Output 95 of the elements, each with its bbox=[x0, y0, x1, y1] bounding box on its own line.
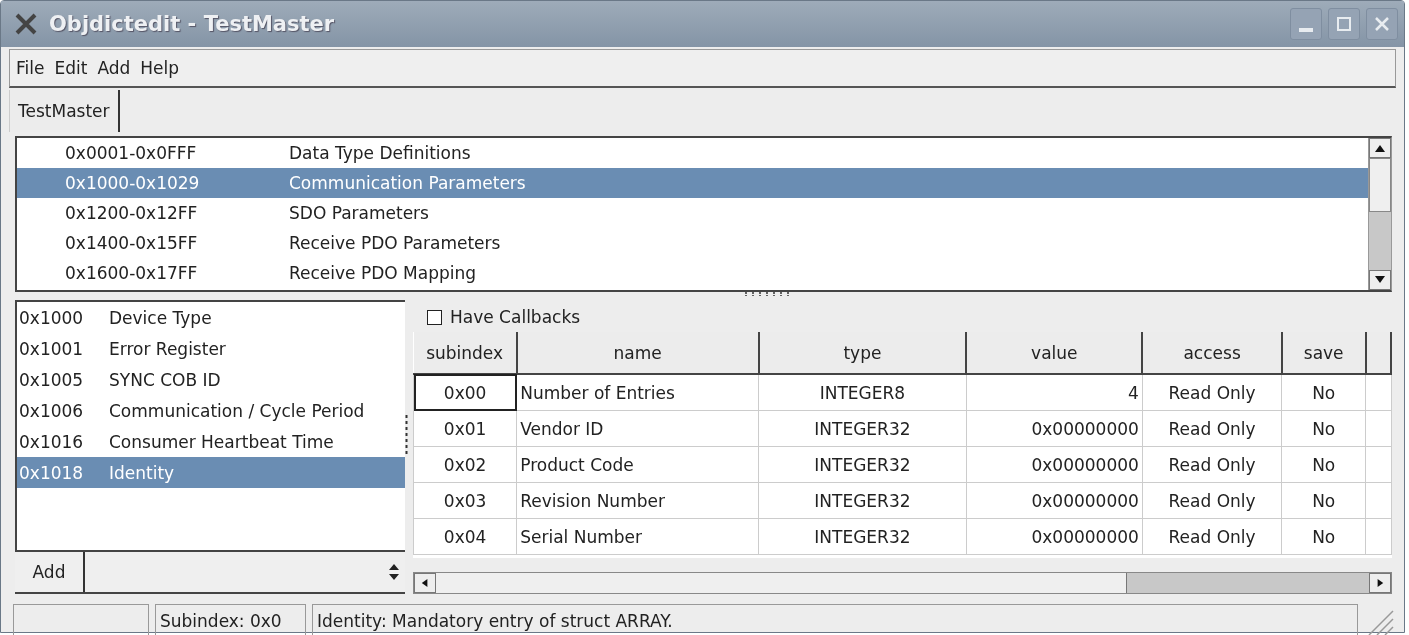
column-header[interactable]: access bbox=[1142, 332, 1282, 374]
menu-item[interactable]: Help bbox=[140, 58, 180, 78]
range-text: 0x1200-0x12FF bbox=[64, 203, 199, 223]
table-cell: Read Only bbox=[1142, 446, 1282, 483]
range-text: 0x1600-0x17FF bbox=[64, 263, 199, 283]
table-cell: Number of Entries bbox=[516, 374, 759, 411]
table-cell: Serial Number bbox=[516, 518, 759, 555]
menu-item[interactable]: Edit bbox=[54, 58, 88, 78]
status-text: Subindex: 0x0 bbox=[155, 604, 306, 635]
up-arrow-icon[interactable] bbox=[1375, 144, 1385, 152]
table-cell: 0x00000000 bbox=[966, 410, 1143, 447]
table-cell: No bbox=[1281, 446, 1366, 483]
splitter-grip-icon[interactable] bbox=[405, 415, 408, 455]
range-name: Data Type Definitions bbox=[289, 143, 471, 163]
list-row[interactable]: 0x1000 Device Type bbox=[17, 302, 405, 333]
range-text: 0x1400-0x15FF bbox=[64, 233, 199, 253]
window-title: Objdictedit - TestMaster bbox=[49, 12, 336, 36]
table-cell: Product Code bbox=[516, 446, 759, 483]
entry-index: 0x1000 bbox=[18, 307, 85, 328]
table-cell: No bbox=[1281, 482, 1366, 519]
table-cell: 0x00000000 bbox=[966, 518, 1143, 555]
entry-name: Error Register bbox=[109, 338, 226, 359]
menu-item[interactable]: File bbox=[16, 58, 45, 78]
entry-index: 0x1018 bbox=[18, 462, 85, 483]
entry-index: 0x1001 bbox=[18, 338, 85, 359]
table-cell: Read Only bbox=[1142, 518, 1282, 555]
table-cell: INTEGER32 bbox=[758, 482, 967, 519]
spin-arrows-icon[interactable] bbox=[389, 563, 399, 581]
menu-item[interactable]: Add bbox=[97, 58, 131, 78]
entry-name: SYNC COB ID bbox=[109, 369, 221, 390]
down-arrow-icon[interactable] bbox=[1375, 276, 1385, 284]
x-logo-icon bbox=[15, 13, 37, 35]
range-name: Receive PDO Parameters bbox=[289, 233, 501, 253]
entry-name: Device Type bbox=[109, 307, 212, 328]
table-cell: Read Only bbox=[1142, 482, 1282, 519]
range-text: 0x1000-0x1029 bbox=[64, 173, 201, 193]
range-name: Receive PDO Mapping bbox=[289, 263, 477, 283]
column-header[interactable]: subindex bbox=[413, 332, 517, 374]
splitter-grip-icon[interactable] bbox=[744, 292, 791, 296]
table-cell: INTEGER8 bbox=[758, 374, 967, 411]
entry-index: 0x1016 bbox=[18, 431, 85, 452]
range-name: SDO Parameters bbox=[289, 203, 429, 223]
minimize-button[interactable] bbox=[1290, 8, 1322, 40]
list-row[interactable]: 0x1001 Error Register bbox=[17, 333, 405, 364]
table-cell: No bbox=[1281, 410, 1366, 447]
table-cell: 0x03 bbox=[413, 482, 517, 519]
right-arrow-icon[interactable] bbox=[1375, 579, 1385, 587]
scroll-thumb[interactable] bbox=[1369, 158, 1391, 212]
table-cell: 0x02 bbox=[413, 446, 517, 483]
checkbox[interactable] bbox=[427, 309, 442, 325]
table-cell: INTEGER32 bbox=[758, 446, 967, 483]
column-header[interactable]: value bbox=[966, 332, 1143, 374]
range-name: Communication Parameters bbox=[289, 173, 526, 193]
table-cell: INTEGER32 bbox=[758, 410, 967, 447]
horizontal-scrollbar[interactable] bbox=[413, 572, 1392, 594]
column-header[interactable]: name bbox=[516, 332, 759, 374]
table-cell: 4 bbox=[966, 374, 1143, 411]
entry-index: 0x1005 bbox=[18, 369, 85, 390]
list-row[interactable]: 0x1200-0x12FF SDO Parameters bbox=[17, 198, 1368, 228]
table-cell: Vendor ID bbox=[516, 410, 759, 447]
left-arrow-icon[interactable] bbox=[420, 579, 430, 587]
vertical-scrollbar[interactable] bbox=[1368, 138, 1391, 290]
list-row[interactable]: 0x1400-0x15FF Receive PDO Parameters bbox=[17, 228, 1368, 258]
tab[interactable]: TestMaster bbox=[9, 90, 120, 132]
status-text: Identity: Mandatory entry of struct ARRAY. bbox=[312, 604, 1358, 635]
list-row[interactable]: 0x0001-0x0FFF Data Type Definitions bbox=[17, 138, 1368, 168]
checkbox-label: Have Callbacks bbox=[450, 307, 581, 327]
table-cell: 0x00 bbox=[413, 374, 517, 411]
table-cell: No bbox=[1281, 518, 1366, 555]
entry-name: Identity bbox=[109, 462, 175, 483]
maximize-icon bbox=[1337, 17, 1351, 31]
entry-name: Communication / Cycle Period bbox=[109, 400, 365, 421]
minimize-icon bbox=[1299, 28, 1313, 32]
list-row[interactable]: 0x1016 Consumer Heartbeat Time bbox=[17, 426, 405, 457]
table-cell: INTEGER32 bbox=[758, 518, 967, 555]
list-row[interactable]: 0x1006 Communication / Cycle Period bbox=[17, 395, 405, 426]
entry-index: 0x1006 bbox=[18, 400, 85, 421]
column-header[interactable]: type bbox=[758, 332, 967, 374]
table-cell: 0x01 bbox=[413, 410, 517, 447]
column-header[interactable]: save bbox=[1281, 332, 1366, 374]
range-text: 0x0001-0x0FFF bbox=[64, 143, 198, 163]
table-cell: 0x00000000 bbox=[966, 446, 1143, 483]
table-cell: Read Only bbox=[1142, 374, 1282, 411]
table-cell: 0x04 bbox=[413, 518, 517, 555]
table-cell: Read Only bbox=[1142, 410, 1282, 447]
close-button[interactable] bbox=[1366, 8, 1398, 40]
maximize-button[interactable] bbox=[1328, 8, 1360, 40]
table-cell: Revision Number bbox=[516, 482, 759, 519]
list-row[interactable]: 0x1600-0x17FF Receive PDO Mapping bbox=[17, 258, 1368, 288]
entry-name: Consumer Heartbeat Time bbox=[109, 431, 334, 452]
table-cell: 0x00000000 bbox=[966, 482, 1143, 519]
scroll-thumb[interactable] bbox=[436, 573, 1127, 593]
close-icon bbox=[1375, 17, 1389, 31]
list-row[interactable]: 0x1005 SYNC COB ID bbox=[17, 364, 405, 395]
table-cell: No bbox=[1281, 374, 1366, 411]
